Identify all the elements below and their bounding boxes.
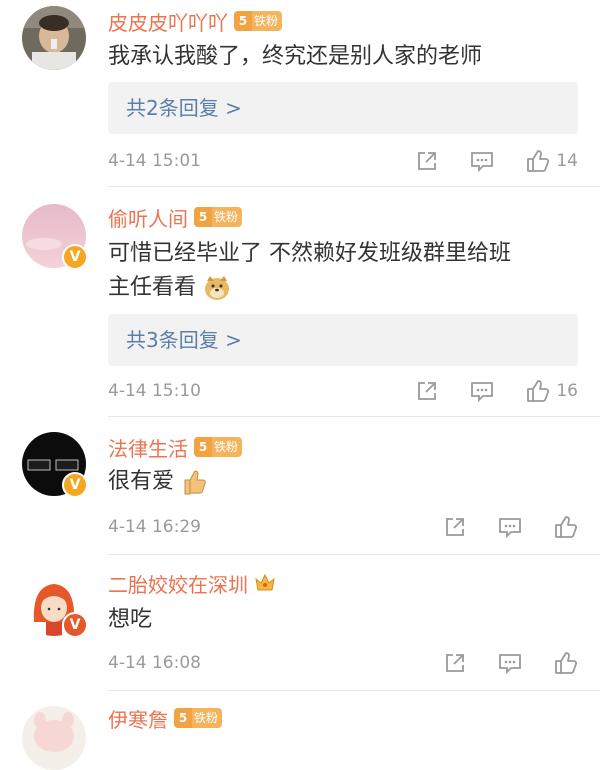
avatar[interactable]: V: [22, 572, 88, 638]
timestamp: 4-14 15:10: [108, 381, 201, 401]
share-button[interactable]: [444, 652, 466, 674]
share-icon: [418, 382, 437, 400]
verified-v-icon: V: [62, 244, 88, 270]
username[interactable]: 皮皮皮吖吖吖: [108, 7, 228, 36]
like-button[interactable]: 16: [526, 379, 578, 403]
comment-text-line-2: 主任看看: [108, 271, 580, 305]
comment-text: 可惜已经毕业了 不然赖好发班级群里给班 主任看看: [108, 237, 580, 305]
comment-icon: [471, 382, 494, 402]
like-icon: [555, 652, 578, 674]
like-icon: [527, 380, 550, 402]
comment-meta: 4-14 16:29: [108, 512, 578, 542]
comment-meta: 4-14 16:08: [108, 648, 578, 678]
view-replies-link[interactable]: 共2条回复 >: [126, 82, 242, 134]
action-bar: [444, 648, 578, 678]
comment-button[interactable]: [498, 652, 522, 674]
fan-badge: 5 铁粉: [194, 207, 243, 227]
like-button[interactable]: [554, 515, 578, 539]
action-bar: [444, 512, 578, 542]
like-count: 16: [556, 381, 578, 401]
like-count: 14: [556, 151, 578, 171]
thumbs-up-emoji: [184, 470, 206, 495]
comment-icon: [471, 152, 494, 172]
comment-icon: [499, 518, 521, 538]
comment-meta: 4-14 15:10 16: [108, 376, 578, 406]
comment-text-line: 可惜已经毕业了 不然赖好发班级群里给班: [108, 241, 511, 266]
crown-icon: [255, 573, 275, 591]
comment-text-body: 很有爱: [108, 469, 175, 494]
verified-v-icon: V: [62, 472, 88, 498]
avatar[interactable]: [22, 6, 86, 70]
divider: [108, 690, 600, 691]
comment-button[interactable]: [470, 150, 494, 172]
user-row: 皮皮皮吖吖吖 5 铁粉: [108, 6, 283, 36]
avatar[interactable]: V: [22, 432, 88, 498]
doge-emoji: [205, 276, 230, 300]
user-row: 二胎姣姣在深圳: [108, 568, 276, 598]
divider: [108, 186, 600, 187]
share-icon: [446, 654, 464, 672]
verified-v-icon: V: [62, 612, 88, 638]
like-icon: [527, 150, 550, 172]
username[interactable]: 法律生活: [108, 433, 188, 462]
divider: [108, 554, 600, 555]
comment-button[interactable]: [470, 380, 494, 402]
avatar[interactable]: V: [22, 204, 88, 270]
timestamp: 4-14 16:08: [108, 653, 201, 673]
username[interactable]: 伊寒詹: [108, 704, 168, 733]
avatar[interactable]: [22, 706, 86, 770]
share-button[interactable]: [444, 516, 466, 538]
share-icon: [446, 518, 464, 536]
comment-icon: [499, 654, 521, 674]
fan-badge: 5 铁粉: [174, 708, 223, 728]
like-icon: [555, 516, 578, 538]
user-row: 法律生活 5 铁粉: [108, 432, 243, 462]
share-button[interactable]: [416, 150, 438, 172]
divider: [108, 416, 600, 417]
user-row: 偷听人间 5 铁粉: [108, 202, 243, 232]
comment-text-line: 主任看看: [108, 275, 197, 300]
timestamp: 4-14 15:01: [108, 151, 201, 171]
comment-text: 我承认我酸了，终究还是别人家的老师: [108, 44, 483, 69]
comment-text: 想吃: [108, 607, 153, 632]
like-button[interactable]: 14: [526, 149, 578, 173]
comment-button[interactable]: [498, 516, 522, 538]
timestamp: 4-14 16:29: [108, 517, 201, 537]
user-row: 伊寒詹 5 铁粉: [108, 703, 223, 733]
comment-meta: 4-14 15:01 14: [108, 146, 578, 176]
reply-box[interactable]: 共3条回复 >: [108, 314, 578, 366]
view-replies-link[interactable]: 共3条回复 >: [126, 314, 242, 366]
action-bar: 14: [416, 146, 578, 176]
username[interactable]: 二胎姣姣在深圳: [108, 569, 248, 598]
action-bar: 16: [416, 376, 578, 406]
like-button[interactable]: [554, 651, 578, 675]
fan-badge: 5 铁粉: [234, 11, 283, 31]
username[interactable]: 偷听人间: [108, 203, 188, 232]
share-icon: [418, 152, 437, 170]
reply-box[interactable]: 共2条回复 >: [108, 82, 578, 134]
share-button[interactable]: [416, 380, 438, 402]
comment-text: 很有爱: [108, 465, 570, 499]
fan-badge: 5 铁粉: [194, 437, 243, 457]
